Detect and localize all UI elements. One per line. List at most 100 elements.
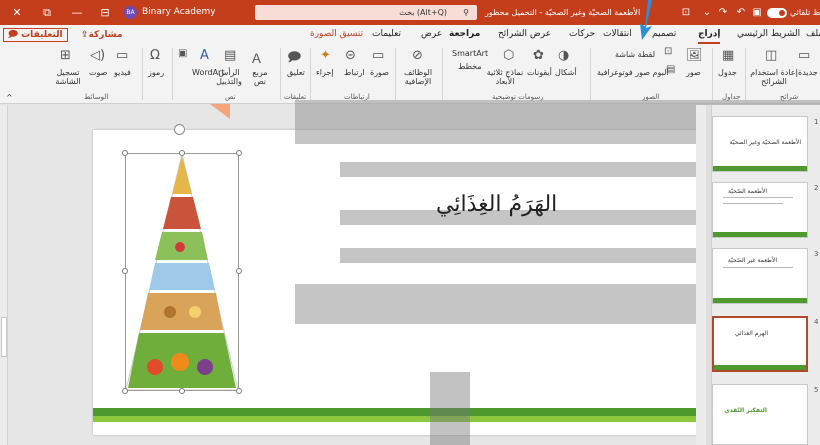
slide-thumbnail-3[interactable]: الأطعمة غير الصّحيّة: [712, 248, 808, 304]
pointer-arrow-icon: [640, 0, 652, 40]
resize-handle[interactable]: [179, 150, 185, 156]
qat-customize-icon[interactable]: ⌄: [700, 0, 714, 25]
screen-recording-icon[interactable]: ⊞: [60, 48, 71, 63]
save-icon[interactable]: ▣: [750, 0, 764, 25]
comment-button[interactable]: تعليق: [287, 68, 305, 77]
resize-handle[interactable]: [236, 388, 242, 394]
action-button[interactable]: إجراء: [316, 68, 334, 77]
screenshot-icon: ⊡: [664, 46, 673, 57]
new-slide-button[interactable]: شريحة جديدة: [798, 68, 820, 77]
tab-animations[interactable]: حركات: [569, 25, 595, 44]
action-icon[interactable]: ✦: [320, 48, 331, 63]
share-button[interactable]: ⇪مشاركة: [81, 28, 123, 42]
collapse-ribbon-icon[interactable]: ^: [6, 93, 13, 102]
zoom-button[interactable]: صورة: [370, 68, 389, 77]
audio-icon[interactable]: ◁): [90, 48, 105, 63]
resize-handle[interactable]: [122, 150, 128, 156]
scroll-thumb[interactable]: [1, 317, 7, 357]
3d-models-icon[interactable]: ⬡: [503, 48, 514, 63]
table-button[interactable]: جدول: [718, 68, 737, 77]
avatar[interactable]: BA: [124, 6, 137, 19]
screen-recording-button[interactable]: تسجيل الشاشة: [52, 68, 84, 86]
slide-thumbnail-4[interactable]: الهرم الغذائي: [712, 316, 808, 372]
audio-button[interactable]: صوت: [89, 68, 107, 77]
shapes-icon[interactable]: ◑: [558, 48, 569, 63]
resize-handle[interactable]: [122, 388, 128, 394]
ribbon-display-icon[interactable]: ⊟: [94, 0, 116, 25]
minimize-icon[interactable]: —: [66, 0, 88, 25]
photo-album-icon: ▤: [666, 64, 676, 75]
slide-thumbnail-5[interactable]: التفكير النّقدي: [712, 384, 808, 445]
resize-handle[interactable]: [179, 388, 185, 394]
comments-button[interactable]: 🗩 التعليقات: [3, 28, 68, 42]
pictures-icon[interactable]: 🖼: [686, 48, 703, 63]
slide-thumbnail-1[interactable]: الأطعمة الصحيّة وغير الصحيّة: [712, 116, 808, 172]
icons-button[interactable]: أيقونات: [527, 68, 552, 77]
autosave-toggle[interactable]: [767, 8, 787, 18]
link-button[interactable]: ارتباط: [344, 68, 365, 77]
chart-button[interactable]: مخطط: [458, 62, 482, 71]
tab-review[interactable]: مراجعة: [449, 25, 480, 44]
icons-icon[interactable]: ✿: [533, 48, 544, 63]
video-button[interactable]: فيديو: [114, 68, 131, 77]
textbox-icon[interactable]: Ａ: [250, 48, 263, 67]
link-icon[interactable]: ⊝: [345, 48, 356, 63]
photo-album-button[interactable]: ألبوم صور فوتوغرافية: [597, 68, 669, 77]
header-footer-icon[interactable]: ▤: [224, 48, 236, 63]
divider: [442, 48, 443, 100]
new-slide-icon[interactable]: ▭: [798, 48, 810, 63]
undo-icon[interactable]: ↶: [734, 0, 748, 25]
thumbnail-title: الأطعمة الصحيّة وغير الصحيّة: [729, 139, 801, 146]
symbols-icon[interactable]: Ω: [150, 48, 160, 63]
canvas-scrollbar[interactable]: [696, 105, 706, 445]
divider: [142, 48, 143, 100]
wordart-icon[interactable]: A: [200, 48, 209, 63]
tab-slideshow[interactable]: عرض الشرائح: [498, 25, 551, 44]
slide-thumbnail-2[interactable]: الأطعمة الصّحيّة: [712, 182, 808, 238]
restore-icon[interactable]: ⧉: [36, 0, 58, 25]
textbox-button[interactable]: مربع نص: [248, 68, 272, 86]
account-name[interactable]: Binary Academy: [142, 0, 216, 25]
addins-icon[interactable]: ⊘: [412, 48, 423, 63]
reuse-slides-icon[interactable]: ◫: [765, 48, 777, 63]
divider: [310, 48, 311, 100]
slide-title[interactable]: الهَرَمُ الغِذَائِي: [436, 192, 557, 217]
pictures-button[interactable]: صور: [686, 68, 701, 77]
3d-models-button[interactable]: نماذج ثلاثية الأبعاد: [484, 68, 526, 86]
rotate-handle-icon[interactable]: [174, 124, 185, 135]
decorative-triangle: [210, 104, 230, 119]
screenshot-button[interactable]: لقطة شاشة: [615, 50, 655, 59]
resize-handle[interactable]: [236, 150, 242, 156]
thumbnail-title: الأطعمة الصّحيّة: [728, 188, 767, 195]
reuse-slides-button[interactable]: إعادة استخدام الشرائح: [750, 68, 798, 86]
present-icon[interactable]: ⊡: [679, 0, 693, 25]
tab-view[interactable]: عرض: [421, 25, 442, 44]
document-title[interactable]: الأطعمة الصحيّة وغير الصحيّة - التحميل م…: [485, 0, 640, 25]
thumbnail-footer-bar: [714, 365, 806, 370]
close-icon[interactable]: ✕: [6, 0, 28, 25]
search-placeholder: بحث (Alt+Q): [399, 8, 447, 17]
resize-handle[interactable]: [122, 268, 128, 274]
tab-home[interactable]: الشريط الرئيسي: [737, 25, 800, 44]
addins-button[interactable]: الوظائف الإضافية: [398, 68, 438, 86]
zoom-icon[interactable]: ▭: [372, 48, 384, 63]
tab-shape-format[interactable]: تنسيق الصورة: [310, 25, 363, 44]
redo-icon[interactable]: ↷: [716, 0, 730, 25]
smartart-button[interactable]: SmartArt: [452, 49, 488, 58]
table-icon[interactable]: ▦: [722, 48, 734, 63]
comment-icon[interactable]: 🗩: [287, 48, 301, 70]
thumbnail-footer-bar: [713, 298, 807, 303]
resize-handle[interactable]: [236, 268, 242, 274]
search-input[interactable]: بحث (Alt+Q) ⚲: [255, 5, 477, 20]
tab-transitions[interactable]: انتقالات: [603, 25, 632, 44]
symbols-button[interactable]: رموز: [148, 68, 164, 77]
left-scroll-strip[interactable]: [0, 105, 8, 445]
tab-insert[interactable]: إدراج: [698, 25, 721, 44]
text-more-icon[interactable]: ▣: [178, 48, 187, 59]
video-icon[interactable]: ▭: [116, 48, 128, 63]
wordart-button[interactable]: WordArt: [192, 68, 224, 77]
shapes-button[interactable]: أشكال: [555, 68, 577, 77]
tab-file[interactable]: ملف: [806, 25, 820, 44]
tab-help[interactable]: تعليمات: [372, 25, 401, 44]
thumbnail-text-line: [723, 267, 793, 268]
